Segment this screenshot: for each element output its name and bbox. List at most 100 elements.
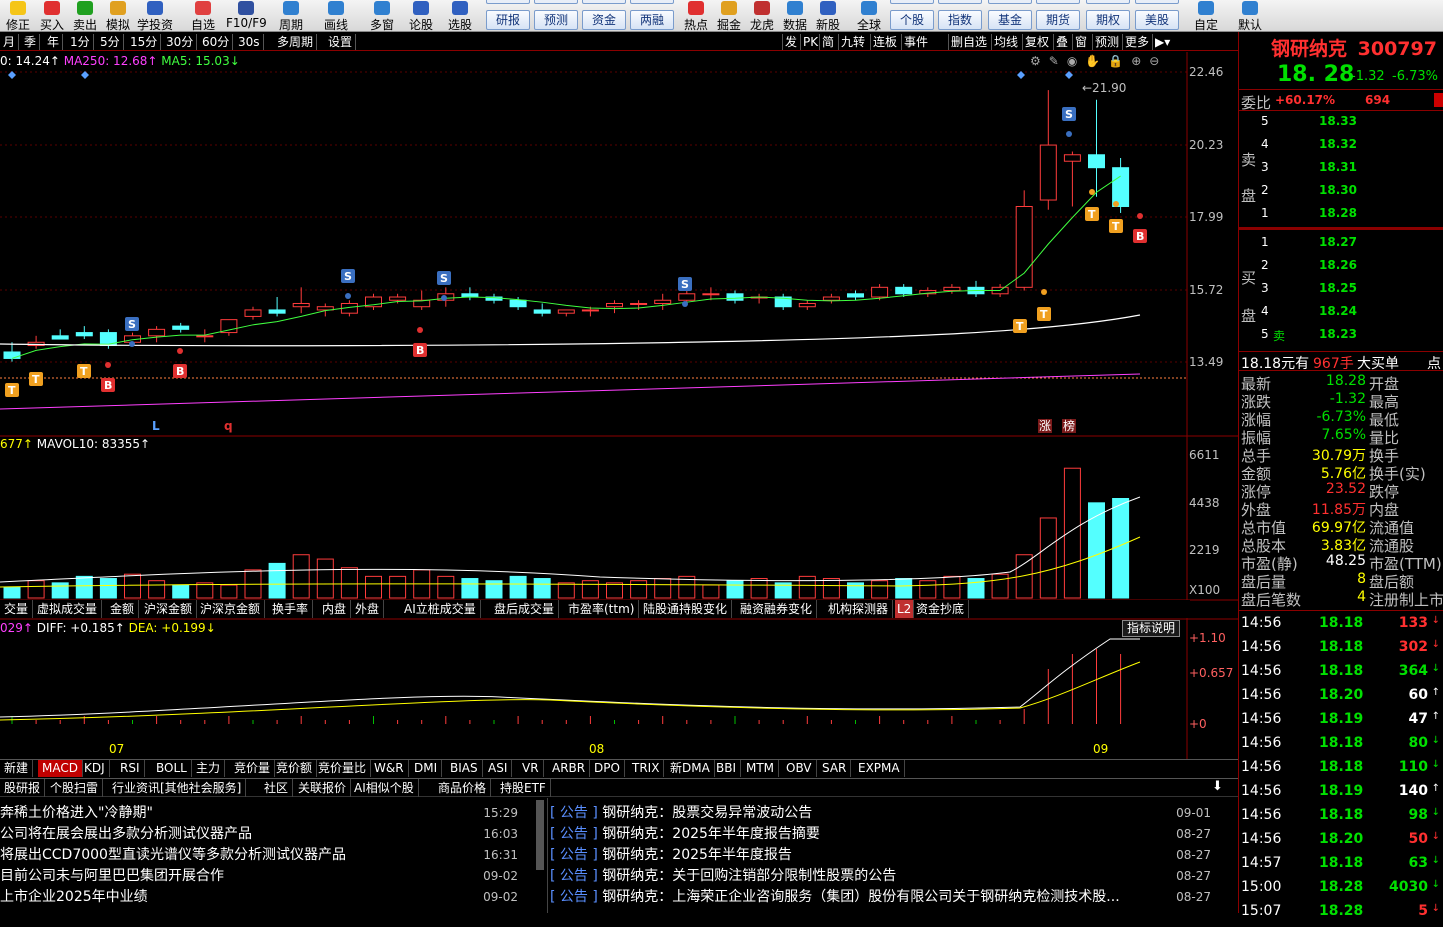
buy-level[interactable]: 5 卖 18.23 <box>1239 327 1443 350</box>
candle[interactable] <box>148 328 166 337</box>
news-tab-7[interactable]: 持股ETF <box>496 779 551 797</box>
bottom-tab-3[interactable]: RSI <box>116 760 145 777</box>
bottom-tab-6[interactable]: 竞价量 <box>230 760 276 777</box>
candle[interactable] <box>581 309 599 312</box>
bottom-tab-16[interactable]: TRIX <box>628 760 665 777</box>
candle[interactable] <box>533 309 551 314</box>
bottom-tab-2[interactable]: KDJ <box>80 760 110 777</box>
bottom-tab-13[interactable]: VR <box>518 760 544 777</box>
candle[interactable] <box>606 302 623 308</box>
chart-option-9[interactable]: 叠 <box>1053 34 1070 50</box>
event-diamond[interactable] <box>1017 71 1025 79</box>
toolbar-5[interactable]: 自选 <box>183 0 223 32</box>
pen-icon[interactable]: ✎ <box>1049 54 1067 68</box>
period-4[interactable]: 5分 <box>97 34 124 50</box>
toolbar-button[interactable]: 个股 <box>890 10 934 30</box>
news-tab-3[interactable]: 社区 <box>260 779 294 797</box>
chart-option-8[interactable]: 复权 <box>1022 34 1051 50</box>
bottom-tab-14[interactable]: ARBR <box>548 760 591 777</box>
news-tab-6[interactable]: 商品价格 <box>434 779 492 797</box>
candle[interactable] <box>557 309 575 314</box>
period-0[interactable]: 月 <box>0 34 20 50</box>
chart-option-3[interactable]: 九转 <box>838 34 867 50</box>
expand-icon[interactable]: ▶▾ <box>1152 34 1172 50</box>
news-tab-5[interactable]: AI相似个股 <box>350 779 419 797</box>
toolbar-4[interactable]: 学投资 <box>135 0 175 32</box>
indicator-tab-3[interactable]: 沪深金额 <box>140 600 198 618</box>
sell-level[interactable]: 5 18.33 <box>1239 114 1443 137</box>
candle[interactable] <box>3 351 21 359</box>
candle[interactable] <box>895 286 913 295</box>
chart-option-0[interactable]: 发 <box>782 34 799 50</box>
announcement-item[interactable]: [ 公告 ] 钢研纳克：2025年半年度报告 08-27 <box>550 845 1238 866</box>
indicator-tab-12[interactable]: 融资融券变化 <box>736 600 818 618</box>
toolbar-button-top[interactable] <box>890 0 934 4</box>
indicator-tab-1[interactable]: 虚拟成交量 <box>33 600 103 618</box>
zoom-out-icon[interactable]: ⊖ <box>1149 54 1167 68</box>
bottom-tab-15[interactable]: DPO <box>590 760 625 777</box>
candle[interactable] <box>847 293 864 298</box>
candle[interactable] <box>244 309 262 317</box>
period-10[interactable]: 设置 <box>325 34 357 50</box>
toolbar-button[interactable]: 研报 <box>486 10 530 30</box>
chart-option-10[interactable]: 窗 <box>1072 34 1089 50</box>
toolbar-17[interactable]: 全球 <box>849 0 889 32</box>
candle[interactable] <box>871 286 889 298</box>
news-item[interactable]: 上市企业2025年中业绩 09-02 <box>0 887 545 908</box>
toolbar-button[interactable]: 指数 <box>938 10 982 30</box>
indicator-tab-6[interactable]: 内盘 <box>318 600 352 618</box>
indicator-tab-0[interactable]: 交量 <box>0 600 34 618</box>
period-3[interactable]: 1分 <box>67 34 94 50</box>
period-7[interactable]: 60分 <box>199 34 234 50</box>
bottom-tab-1[interactable]: MACD <box>38 760 83 777</box>
buy-level[interactable]: 3 18.25 <box>1239 281 1443 304</box>
news-tab-4[interactable]: 关联报价 <box>294 779 352 797</box>
news-scrollbar[interactable] <box>536 800 544 870</box>
toolbar-11[interactable]: 选股 <box>440 0 480 32</box>
bottom-tab-18[interactable]: BBI <box>712 760 742 777</box>
indicator-tab-11[interactable]: 陆股通持股变化 <box>639 600 733 618</box>
news-item[interactable]: 目前公司未与阿里巴巴集团开展合作 09-02 <box>0 866 545 887</box>
candle[interactable] <box>220 319 238 334</box>
toolbar-button[interactable]: 期货 <box>1036 10 1080 30</box>
toolbar-7[interactable]: 周期 <box>271 0 311 32</box>
toolbar-6[interactable]: F10/F9 <box>226 0 267 32</box>
toolbar-3[interactable]: 模拟 <box>98 0 138 32</box>
period-1[interactable]: 季 <box>21 34 41 50</box>
candle[interactable] <box>678 293 696 301</box>
indicator-tab-4[interactable]: 沪深京金额 <box>196 600 266 618</box>
bottom-tab-20[interactable]: OBV <box>782 760 817 777</box>
indicator-tab-2[interactable]: 金额 <box>106 600 140 618</box>
candle[interactable] <box>943 286 961 292</box>
toolbar-button-top[interactable] <box>938 0 982 4</box>
period-6[interactable]: 30分 <box>163 34 198 50</box>
indicator-tab-13[interactable]: 机构探测器 <box>824 600 894 618</box>
bottom-tab-4[interactable]: BOLL <box>152 760 192 777</box>
news-tab-1[interactable]: 个股扫雷 <box>46 779 104 797</box>
candle[interactable] <box>389 296 407 301</box>
period-9[interactable]: 多周期 <box>274 34 318 50</box>
toolbar-8[interactable]: 画线 <box>316 0 356 32</box>
indicator-tab-5[interactable]: 换手率 <box>268 600 314 618</box>
zoom-in-icon[interactable]: ⊕ <box>1131 54 1149 68</box>
candle[interactable] <box>1015 205 1033 288</box>
news-item[interactable]: 公司将在展会展出多款分析测试仪器产品 16:03 <box>0 824 545 845</box>
indicator-tab-10[interactable]: 市盈率(ttm) <box>564 600 640 618</box>
settings-icon[interactable]: ⚙ <box>1030 54 1049 68</box>
toolbar-button[interactable]: 两融 <box>630 10 674 30</box>
eye-icon[interactable]: ◉ <box>1067 54 1085 68</box>
candle[interactable] <box>654 299 672 304</box>
chart-option-6[interactable]: 删自选 <box>948 34 989 50</box>
toolbar-button-top[interactable] <box>988 0 1032 4</box>
bottom-tab-17[interactable]: 新DMA <box>666 760 715 777</box>
sell-level[interactable]: 1 18.28 <box>1239 206 1443 229</box>
news-tab-2[interactable]: 行业资讯[其他社会服务] <box>108 779 247 797</box>
toolbar-button[interactable]: 基金 <box>988 10 1032 30</box>
hand-icon[interactable]: ✋ <box>1085 54 1108 68</box>
sell-level[interactable]: 2 18.30 <box>1239 183 1443 206</box>
toolbar-button-top[interactable] <box>1135 0 1179 4</box>
news-item[interactable]: 将展出CCD7000型直读光谱仪等多款分析测试仪器产品 16:31 <box>0 845 545 866</box>
candle[interactable] <box>268 309 286 314</box>
chart-option-2[interactable]: 简 <box>819 34 836 50</box>
candle[interactable] <box>726 293 744 301</box>
